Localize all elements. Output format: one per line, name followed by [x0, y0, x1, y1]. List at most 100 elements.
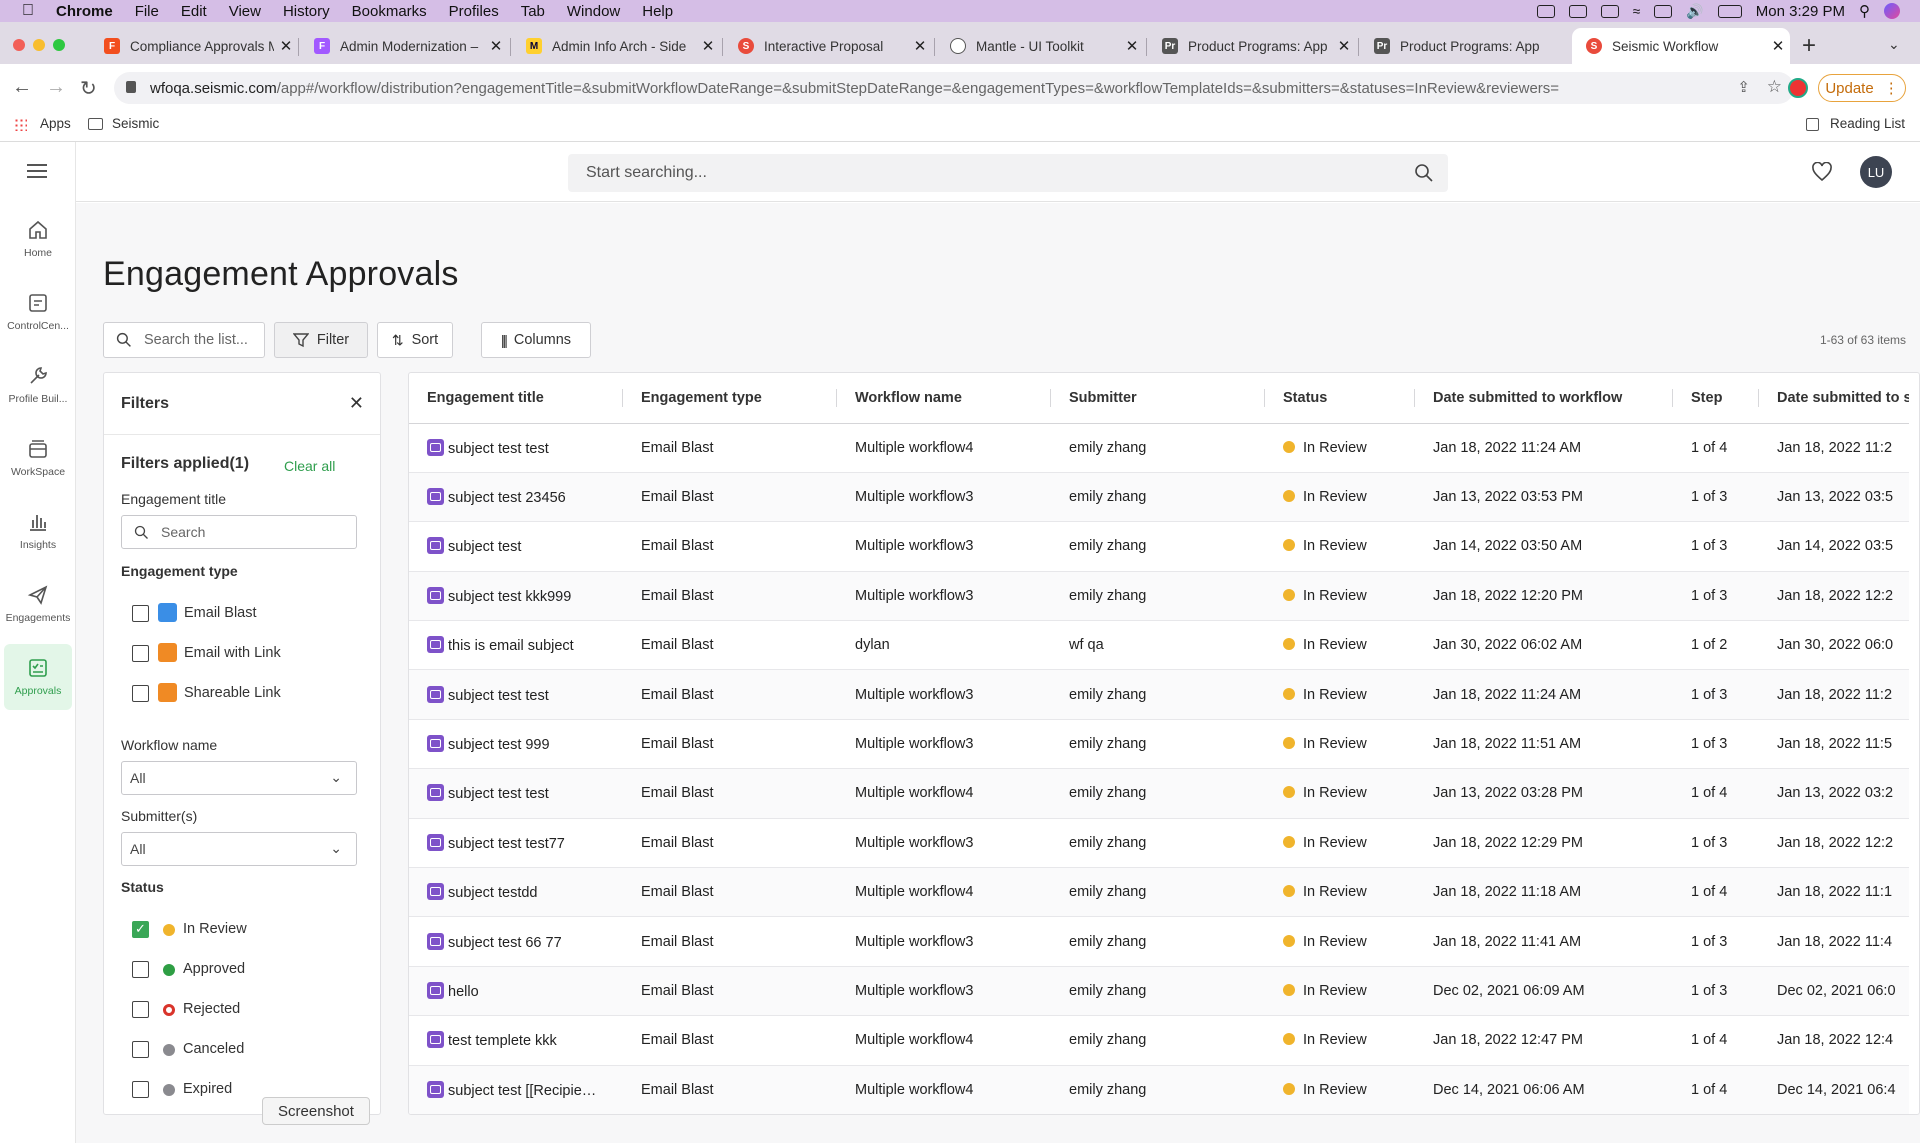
- search-icon[interactable]: [1414, 163, 1434, 183]
- close-tab-icon[interactable]: ✕: [1120, 37, 1144, 55]
- window-zoom-button[interactable]: [53, 39, 65, 51]
- filter-button[interactable]: Filter: [274, 322, 368, 358]
- spotlight-search-icon[interactable]: ⚲: [1859, 2, 1870, 20]
- checkbox-rejected[interactable]: [132, 1001, 149, 1018]
- close-tab-icon[interactable]: ✕: [484, 37, 508, 55]
- tab-search-chevron-icon[interactable]: ⌄: [1888, 36, 1900, 53]
- table-cell[interactable]: subject test test: [409, 768, 623, 819]
- table-cell[interactable]: subject test test: [409, 669, 623, 720]
- table-cell[interactable]: subject test [[Recipie…: [409, 1065, 623, 1114]
- column-header[interactable]: Status: [1265, 373, 1415, 424]
- table-cell[interactable]: subject test test: [409, 423, 623, 473]
- column-header[interactable]: Engagement type: [623, 373, 837, 424]
- update-button[interactable]: Update ⋮: [1818, 74, 1906, 102]
- reading-list-icon[interactable]: [1806, 118, 1819, 131]
- airplay-icon[interactable]: [1600, 4, 1619, 18]
- bookmark-star-icon[interactable]: ☆: [1760, 77, 1782, 97]
- menu-help[interactable]: Help: [642, 3, 673, 20]
- checkbox-email-with-link[interactable]: [132, 645, 149, 662]
- avatar[interactable]: LU: [1860, 156, 1892, 188]
- close-tab-icon[interactable]: ✕: [1766, 37, 1790, 55]
- hamburger-menu-icon[interactable]: [27, 164, 47, 178]
- reload-icon[interactable]: ↻: [80, 76, 97, 101]
- column-header[interactable]: Engagement title: [409, 373, 623, 424]
- lock-icon[interactable]: [126, 81, 136, 93]
- columns-button[interactable]: ||| Columns: [481, 322, 591, 358]
- close-tab-icon[interactable]: ✕: [908, 37, 932, 55]
- folder-icon[interactable]: [88, 118, 103, 130]
- browser-tab-active[interactable]: S Seismic Workflow ✕: [1572, 28, 1790, 64]
- nav-approvals[interactable]: Approvals: [4, 644, 72, 710]
- close-tab-icon[interactable]: ✕: [1332, 37, 1356, 55]
- table-cell[interactable]: subject test 66 77: [409, 916, 623, 967]
- creative-cloud-icon[interactable]: [1568, 4, 1587, 18]
- list-search-input[interactable]: Search the list...: [103, 322, 265, 358]
- volume-icon[interactable]: 🔊: [1686, 3, 1703, 20]
- menu-view[interactable]: View: [229, 3, 261, 20]
- siri-icon[interactable]: [1884, 3, 1900, 19]
- checkbox-approved[interactable]: [132, 961, 149, 978]
- close-tab-icon[interactable]: ✕: [274, 37, 298, 55]
- bookmark-apps[interactable]: Apps: [40, 116, 71, 131]
- table-cell[interactable]: subject test 23456: [409, 472, 623, 523]
- table-row[interactable]: subject testdd Email Blast Multiple workfl…: [409, 867, 1909, 918]
- table-cell[interactable]: subject test 999: [409, 719, 623, 770]
- submitters-select[interactable]: All ⌄: [121, 832, 357, 866]
- table-cell[interactable]: subject test: [409, 521, 623, 572]
- table-row[interactable]: test templete kkk Email Blast Multiple wor…: [409, 1015, 1909, 1066]
- checkbox-email-blast[interactable]: [132, 605, 149, 622]
- table-cell[interactable]: subject testdd: [409, 867, 623, 918]
- column-header[interactable]: Submitter: [1051, 373, 1265, 424]
- close-filters-icon[interactable]: ✕: [349, 393, 364, 414]
- workflow-name-select[interactable]: All ⌄: [121, 761, 357, 795]
- favorites-heart-icon[interactable]: [1811, 162, 1833, 182]
- table-cell[interactable]: subject test kkk999: [409, 571, 623, 622]
- table-row[interactable]: subject test kkk999 Email Blast Multiple w…: [409, 571, 1909, 622]
- menu-app-name[interactable]: Chrome: [56, 3, 113, 20]
- nav-engagements[interactable]: Engagements: [4, 571, 72, 637]
- browser-tab[interactable]: Mantle - UI Toolkit ✕: [936, 28, 1144, 64]
- nav-insights[interactable]: Insights: [4, 498, 72, 564]
- column-header[interactable]: Workflow name: [837, 373, 1051, 424]
- checkbox-canceled[interactable]: [132, 1041, 149, 1058]
- window-close-button[interactable]: [13, 39, 25, 51]
- forward-icon[interactable]: →: [46, 76, 66, 99]
- menu-bookmarks[interactable]: Bookmarks: [352, 3, 427, 20]
- browser-tab[interactable]: F Admin Modernization – ✕: [300, 28, 508, 64]
- checkbox-in-review[interactable]: ✓: [132, 921, 149, 938]
- camera-icon[interactable]: [1536, 4, 1555, 18]
- browser-tab[interactable]: M Admin Info Arch - Side ✕: [512, 28, 720, 64]
- apple-icon[interactable]: : [22, 2, 42, 20]
- column-header[interactable]: Date submitted to workflow: [1415, 373, 1673, 424]
- more-icon[interactable]: ⋮: [1884, 79, 1899, 97]
- table-row[interactable]: hello Email Blast Multiple workflow3 emily …: [409, 966, 1909, 1017]
- browser-tab[interactable]: F Compliance Approvals M ✕: [90, 28, 298, 64]
- checkbox-expired[interactable]: [132, 1081, 149, 1098]
- menu-tab[interactable]: Tab: [521, 3, 545, 20]
- close-tab-icon[interactable]: ✕: [696, 37, 720, 55]
- menu-file[interactable]: File: [135, 3, 159, 20]
- nav-control-center[interactable]: ControlCen...: [4, 279, 72, 345]
- column-header[interactable]: Date submitted to step: [1759, 373, 1909, 424]
- window-minimize-button[interactable]: [33, 39, 45, 51]
- share-icon[interactable]: ⇪: [1731, 78, 1750, 96]
- nav-profile-builder[interactable]: Profile Buil...: [4, 352, 72, 418]
- battery-icon[interactable]: [1717, 4, 1742, 18]
- table-row[interactable]: subject test Email Blast Multiple workflow…: [409, 521, 1909, 572]
- column-header[interactable]: Step: [1673, 373, 1759, 424]
- profile-icon[interactable]: [1788, 78, 1808, 98]
- address-bar[interactable]: wfoqa.seismic.com/app#/workflow/distribu…: [114, 72, 1794, 104]
- global-search-input[interactable]: Start searching...: [568, 154, 1448, 192]
- table-row[interactable]: subject test test77 Email Blast Multiple w…: [409, 818, 1909, 869]
- new-tab-button[interactable]: +: [1802, 32, 1816, 60]
- table-cell[interactable]: hello: [409, 966, 623, 1017]
- table-row[interactable]: subject test [[Recipie… Email Blast Multip…: [409, 1065, 1909, 1114]
- menu-window[interactable]: Window: [567, 3, 620, 20]
- table-row[interactable]: subject test 66 77 Email Blast Multiple wo…: [409, 916, 1909, 967]
- engagement-title-search[interactable]: Search: [121, 515, 357, 549]
- checkbox-shareable-link[interactable]: [132, 685, 149, 702]
- apps-grid-icon[interactable]: [14, 118, 27, 131]
- display-icon[interactable]: [1654, 4, 1673, 18]
- table-row[interactable]: subject test 23456 Email Blast Multiple wo…: [409, 472, 1909, 523]
- table-row[interactable]: subject test test Email Blast Multiple wor…: [409, 423, 1909, 473]
